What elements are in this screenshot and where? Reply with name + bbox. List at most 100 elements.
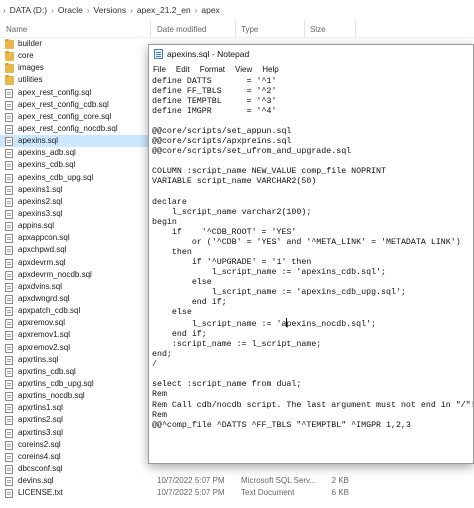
chevron-right-icon[interactable]: › <box>51 6 54 15</box>
file-date: 10/7/2022 5:07 PM <box>157 476 225 486</box>
file-list-row[interactable]: LICENSE.txt 10/7/2022 5:07 PM Text Documen… <box>0 487 474 499</box>
file-icon <box>5 355 13 365</box>
breadcrumb-item-apex[interactable]: apex <box>201 5 219 15</box>
file-icon <box>5 234 13 244</box>
file-name: apexins1.sql <box>18 184 63 194</box>
file-name: apexins_cdb.sql <box>18 160 76 170</box>
menu-edit[interactable]: Edit <box>176 65 190 74</box>
menu-bar: File Edit Format View Help <box>149 62 473 76</box>
column-header-size[interactable]: Size <box>310 25 326 34</box>
file-icon <box>5 270 13 280</box>
file-size: 2 KB <box>331 476 349 486</box>
file-icon <box>5 392 13 402</box>
folder-icon <box>5 51 14 62</box>
folder-icon <box>5 39 14 49</box>
file-icon <box>5 294 13 304</box>
menu-view[interactable]: View <box>235 65 252 74</box>
breadcrumb-item-drive[interactable]: DATA (D:) <box>10 5 47 15</box>
chevron-right-icon[interactable]: › <box>195 6 198 15</box>
file-icon <box>5 222 13 232</box>
file-icon <box>5 404 13 414</box>
file-type: Microsoft SQL Serv... <box>241 476 317 486</box>
file-icon <box>5 161 13 171</box>
file-name: apxrtins_cdb_upg.sql <box>18 378 94 388</box>
file-name: coreins4.sql <box>18 451 61 461</box>
file-icon <box>5 428 13 438</box>
file-icon <box>5 379 13 389</box>
file-icon <box>5 464 13 474</box>
file-type: Text Document <box>241 488 295 498</box>
file-name: apxdwngrd.sql <box>18 293 70 303</box>
file-icon <box>5 477 13 487</box>
chevron-right-icon[interactable]: › <box>3 6 6 15</box>
file-name: apxrtins1.sql <box>18 403 63 413</box>
file-icon <box>5 367 13 377</box>
column-header-date[interactable]: Date modified <box>157 25 206 34</box>
breadcrumb-item-versions[interactable]: Versions <box>94 5 127 15</box>
file-name: apxdevrm_nocdb.sql <box>18 269 92 279</box>
column-divider[interactable] <box>304 20 305 38</box>
file-name: apxremov2.sql <box>18 342 71 352</box>
file-name: apxremov.sql <box>18 318 65 328</box>
file-name: apexins.sql <box>18 136 59 146</box>
file-name: apxrtins3.sql <box>18 427 63 437</box>
file-name: appins.sql <box>18 221 55 231</box>
file-icon <box>5 307 13 317</box>
file-name: apxrtins.sql <box>18 354 59 364</box>
file-name: apxdevrm.sql <box>18 257 66 267</box>
file-icon <box>5 258 13 268</box>
breadcrumb-item-oracle[interactable]: Oracle <box>58 5 83 15</box>
file-icon <box>5 331 13 341</box>
file-icon <box>5 489 13 499</box>
file-name: images <box>18 63 44 73</box>
folder-icon <box>5 63 14 74</box>
column-divider[interactable] <box>355 20 356 38</box>
file-name: apexins2.sql <box>18 196 63 206</box>
text-editor-area[interactable]: define DATTS = '^1' define FF_TBLS = '^2… <box>149 76 473 465</box>
file-icon <box>5 100 13 110</box>
editor-text-after-caret: pexins_nocdb.sql'; end if; :script_name … <box>152 320 473 430</box>
file-icon <box>5 112 13 122</box>
menu-file[interactable]: File <box>153 65 166 74</box>
editor-text-before-caret: define DATTS = '^1' define FF_TBLS = '^2… <box>152 77 461 330</box>
folder-icon <box>5 75 14 86</box>
file-icon <box>5 173 13 183</box>
file-name: apxrtins_cdb.sql <box>18 366 76 376</box>
column-divider[interactable] <box>235 20 236 38</box>
notepad-title-bar[interactable]: apexins.sql - Notepad <box>149 45 473 62</box>
file-icon <box>5 246 13 256</box>
breadcrumb-item-apex-version[interactable]: apex_21.2_en <box>137 5 191 15</box>
file-icon <box>5 440 13 450</box>
file-name: utilities <box>18 75 43 85</box>
file-size: 6 KB <box>331 488 349 498</box>
window-title: apexins.sql - Notepad <box>167 48 250 59</box>
chevron-right-icon[interactable]: › <box>87 6 90 15</box>
file-name: core <box>18 51 34 61</box>
file-date: 10/7/2022 5:07 PM <box>157 488 225 498</box>
column-divider[interactable] <box>150 20 151 38</box>
file-name: apxrtins2.sql <box>18 415 63 425</box>
breadcrumb: › DATA (D:) › Oracle › Versions › apex_2… <box>0 0 474 20</box>
chevron-right-icon[interactable]: › <box>130 6 133 15</box>
file-name: apxrtins_nocdb.sql <box>18 391 85 401</box>
file-name: apex_rest_config_core.sql <box>18 111 112 121</box>
file-icon <box>5 197 13 207</box>
file-name: apex_rest_config_nocdb.sql <box>18 123 118 133</box>
file-name: LICENSE.txt <box>18 488 63 498</box>
file-icon <box>5 343 13 353</box>
file-icon <box>5 88 13 98</box>
notepad-window: apexins.sql - Notepad File Edit Format V… <box>148 44 474 464</box>
column-header-bar: Name Date modified Type Size <box>0 20 474 38</box>
column-header-name[interactable]: Name <box>6 25 27 34</box>
notepad-icon <box>154 48 163 59</box>
column-header-type[interactable]: Type <box>241 25 258 34</box>
file-name: apex_rest_config.sql <box>18 87 92 97</box>
file-icon <box>5 209 13 219</box>
file-icon <box>5 137 13 147</box>
menu-format[interactable]: Format <box>200 65 225 74</box>
menu-help[interactable]: Help <box>262 65 278 74</box>
file-name: apxpatch_cdb.sql <box>18 306 81 316</box>
file-icon <box>5 185 13 195</box>
file-name: apexins3.sql <box>18 208 63 218</box>
file-list-row[interactable]: devins.sql 10/7/2022 5:07 PM Microsoft SQL… <box>0 475 474 487</box>
